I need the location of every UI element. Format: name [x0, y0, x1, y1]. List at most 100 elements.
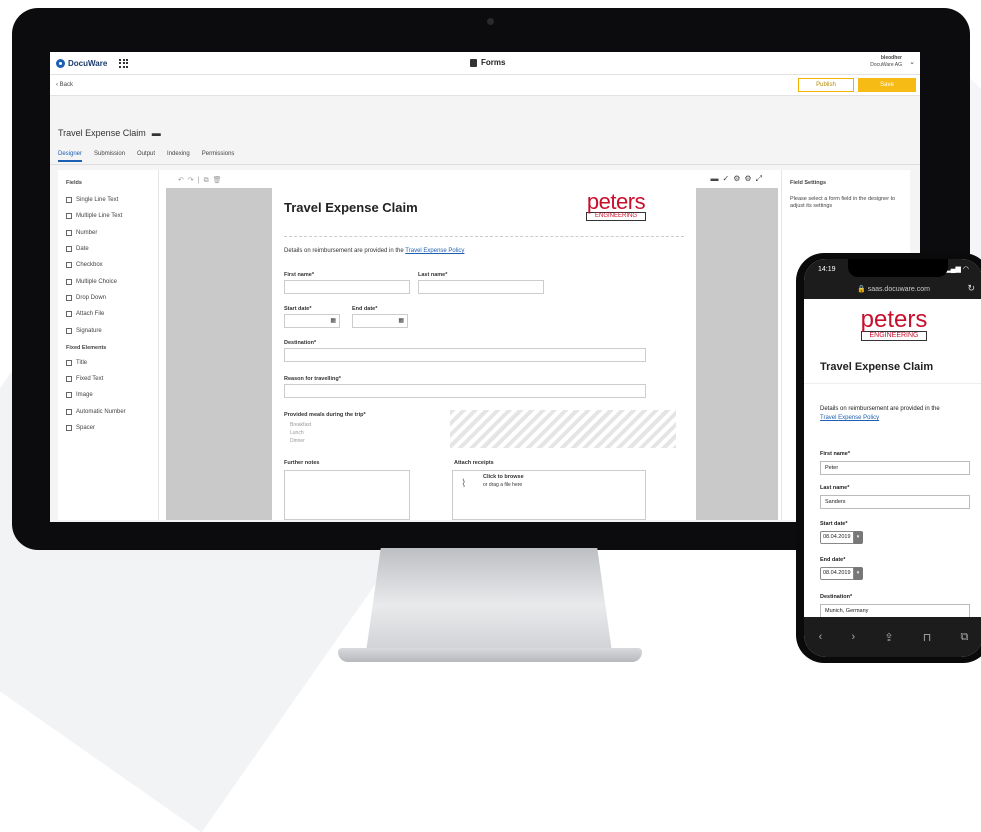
paperclip-icon: ⌇: [461, 478, 467, 490]
destination-input[interactable]: [284, 348, 646, 362]
forms-icon: [470, 58, 477, 67]
policy-link[interactable]: Travel Expense Policy: [405, 248, 464, 254]
start-date-input[interactable]: ▦: [284, 314, 340, 328]
checkbox-icon: [66, 262, 72, 269]
phone-browser-toolbar: ‹ › ⇪ ⊓ ⧉: [804, 617, 981, 657]
end-date-input[interactable]: ▦: [352, 314, 408, 328]
back-icon[interactable]: ‹: [819, 631, 823, 643]
publish-button[interactable]: Publish: [798, 78, 854, 92]
field-signature[interactable]: Signature: [58, 322, 158, 338]
user-menu[interactable]: bleodher DocuWare AG ⌄: [870, 55, 915, 69]
gear-icon[interactable]: ⚙: [744, 174, 755, 183]
intro-text[interactable]: Details on reimbursement are provided in…: [284, 248, 464, 254]
share-icon[interactable]: ⇪: [884, 631, 893, 644]
meals-label: Provided meals during the trip*: [284, 412, 366, 418]
phone-time: 14:19: [818, 265, 836, 273]
reason-label: Reason for travelling*: [284, 376, 341, 382]
calendar-icon: ▦: [398, 318, 404, 324]
edit-toolbar: ↶↷|⧉🗑: [178, 176, 225, 185]
chevron-down-icon[interactable]: ▾: [853, 531, 863, 544]
settings-icon[interactable]: ⚙: [733, 174, 744, 183]
reload-icon[interactable]: ↻: [967, 283, 975, 294]
start-date-label: Start date*: [284, 306, 312, 312]
phone-destination-label: Destination*: [820, 594, 853, 600]
undo-icon[interactable]: ↶: [178, 177, 188, 184]
user-name: bleodher: [880, 55, 902, 61]
drop-down-icon: [66, 294, 72, 301]
element-fixed-text[interactable]: Fixed Text: [58, 371, 158, 387]
phone-end-date-picker[interactable]: 08.04.2019 ▾: [820, 567, 863, 580]
reason-input[interactable]: [284, 384, 646, 398]
phone-url-bar[interactable]: 🔒 saas.docuware.com ↻: [804, 279, 981, 299]
back-link[interactable]: ‹ Back: [56, 82, 73, 88]
receipts-label: Attach receipts: [454, 460, 494, 466]
field-number[interactable]: Number: [58, 225, 158, 241]
preview-icon[interactable]: ▬: [711, 174, 723, 183]
element-title[interactable]: Title: [58, 355, 158, 371]
field-single-line-text[interactable]: Single Line Text: [58, 192, 158, 208]
bookmarks-icon[interactable]: ⊓: [923, 631, 932, 644]
last-name-input[interactable]: [418, 280, 544, 294]
action-bar: ‹ Back Publish Save: [50, 75, 920, 96]
forward-icon[interactable]: ›: [851, 631, 855, 643]
element-image[interactable]: Image: [58, 387, 158, 403]
fields-heading: Fields: [66, 180, 82, 186]
field-checkbox[interactable]: Checkbox: [58, 257, 158, 273]
phone-policy-link[interactable]: Travel Expense Policy: [820, 414, 980, 423]
multiple-choice-icon: [66, 278, 72, 285]
expand-icon[interactable]: ⤢: [756, 174, 766, 183]
calendar-icon: ▦: [330, 318, 336, 324]
comment-icon[interactable]: ▬: [152, 128, 161, 138]
tabs-icon[interactable]: ⧉: [961, 631, 969, 644]
chevron-down-icon[interactable]: ▾: [853, 567, 863, 580]
field-multiple-choice[interactable]: Multiple Choice: [58, 273, 158, 289]
meal-option-dinner[interactable]: Dinner: [290, 437, 311, 445]
app-title: Forms: [470, 58, 505, 67]
meal-option-breakfast[interactable]: Breakfast: [290, 421, 311, 429]
automatic-number-icon: [66, 408, 72, 415]
phone-last-name-input[interactable]: Sanders: [820, 495, 970, 509]
tab-submission[interactable]: Submission: [94, 151, 125, 162]
phone-start-date-picker[interactable]: 08.04.2019 ▾: [820, 531, 863, 544]
fixed-text-icon: [66, 376, 72, 383]
validate-icon[interactable]: ✓: [723, 174, 734, 183]
meal-option-lunch[interactable]: Lunch: [290, 429, 311, 437]
user-org: DocuWare AG: [870, 62, 902, 68]
receipts-dropzone[interactable]: ⌇ Click to browse or drag a file here: [452, 470, 646, 520]
brand-logo[interactable]: DocuWare: [56, 58, 107, 68]
form-title[interactable]: Travel Expense Claim: [284, 200, 418, 215]
tab-designer[interactable]: Designer: [58, 151, 83, 162]
field-attach-file[interactable]: Attach File: [58, 306, 158, 322]
notes-textarea[interactable]: [284, 470, 410, 520]
tab-permissions[interactable]: Permissions: [202, 151, 235, 162]
element-automatic-number[interactable]: Automatic Number: [58, 404, 158, 420]
title-divider: [284, 236, 684, 237]
tab-indexing[interactable]: Indexing: [167, 151, 190, 162]
field-multiple-line-text[interactable]: Multiple Line Text: [58, 208, 158, 224]
copy-icon[interactable]: ⧉: [204, 177, 213, 184]
app-grid-icon[interactable]: [119, 58, 129, 68]
browse-text[interactable]: Click to browse: [483, 474, 524, 480]
field-date[interactable]: Date: [58, 241, 158, 257]
monitor-screen: DocuWare Forms bleodher DocuWare AG ⌄ ‹ …: [50, 52, 920, 522]
first-name-input[interactable]: [284, 280, 410, 294]
phone-first-name-input[interactable]: Peter: [820, 461, 970, 475]
field-drop-down[interactable]: Drop Down: [58, 290, 158, 306]
peters-engineering-logo[interactable]: peters ENGINEERING: [580, 191, 652, 222]
title-icon: [66, 359, 72, 366]
trash-icon[interactable]: 🗑: [213, 177, 226, 184]
element-spacer[interactable]: Spacer: [58, 420, 158, 436]
canvas-margin-right: [696, 188, 778, 520]
phone-end-date-label: End date*: [820, 557, 846, 563]
phone-form: peters ENGINEERING Travel Expense Claim …: [804, 299, 981, 618]
peters-engineering-logo: peters ENGINEERING: [860, 306, 928, 341]
app-topbar: DocuWare Forms bleodher DocuWare AG ⌄: [50, 52, 920, 75]
phone-destination-input[interactable]: Munich, Germany: [820, 604, 970, 618]
first-name-label: First name*: [284, 272, 314, 278]
monitor-stand-base: [338, 648, 642, 662]
tab-output[interactable]: Output: [137, 151, 155, 162]
image-icon: [66, 392, 72, 399]
redo-icon[interactable]: ↷: [188, 177, 198, 184]
drag-text: or drag a file here: [483, 482, 523, 488]
save-button[interactable]: Save: [858, 78, 916, 92]
